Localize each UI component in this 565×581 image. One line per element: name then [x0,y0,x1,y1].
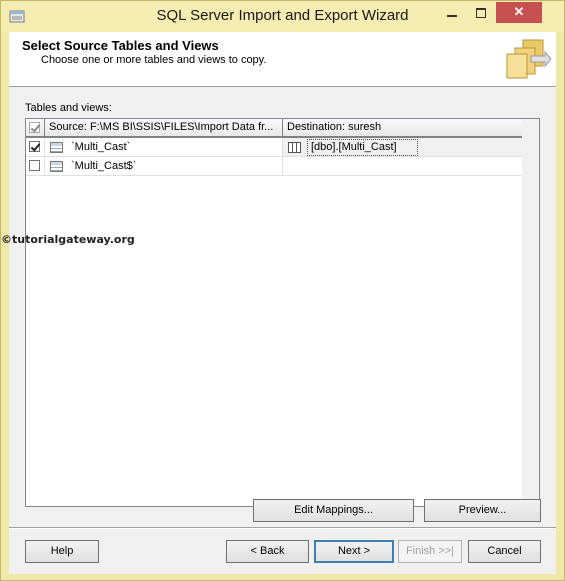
tables-views-label: Tables and views: [25,102,112,114]
table-row[interactable]: `Multi_Cast$` [26,157,523,176]
watermark: ©tutorialgateway.org [1,233,135,246]
source-cell[interactable]: `Multi_Cast$` [45,157,283,176]
table-row[interactable]: `Multi_Cast` [dbo].[Multi_Cast] [26,138,523,157]
destination-column-header[interactable]: Destination: suresh [283,119,523,137]
row-check-cell[interactable] [26,138,45,157]
row-checkbox[interactable] [29,141,40,152]
table-icon [50,141,63,153]
source-column-header[interactable]: Source: F:\MS BI\SSIS\FILES\Import Data … [45,119,283,137]
page-subtitle: Choose one or more tables and views to c… [41,54,267,66]
row-check-cell[interactable] [26,157,45,176]
maximize-button[interactable] [467,2,495,23]
wizard-body: Select Source Tables and Views Choose on… [9,32,556,574]
destination-table-icon [288,141,301,153]
destination-cell[interactable] [283,157,523,176]
row-checkbox[interactable] [29,160,40,171]
select-all-checkbox[interactable] [29,122,40,133]
page-title: Select Source Tables and Views [22,38,219,53]
title-bar[interactable]: SQL Server Import and Export Wizard ✕ [1,1,564,32]
source-cell[interactable]: `Multi_Cast` [45,138,283,157]
wizard-graphic-icon [506,39,551,79]
destination-cell[interactable]: [dbo].[Multi_Cast] [283,138,523,157]
destination-name[interactable]: [dbo].[Multi_Cast] [307,139,418,156]
minimize-button[interactable] [438,2,466,23]
grid-empty-area [26,176,523,506]
cancel-button[interactable]: Cancel [468,540,541,563]
source-name: `Multi_Cast$` [71,160,137,172]
select-all-header[interactable] [26,119,45,137]
wizard-window: SQL Server Import and Export Wizard ✕ Se… [0,0,565,581]
back-button[interactable]: < Back [226,540,309,563]
next-button[interactable]: Next > [314,540,394,563]
grid-header: Source: F:\MS BI\SSIS\FILES\Import Data … [26,119,523,138]
grid-scrollbar[interactable] [522,119,539,506]
close-icon: ✕ [513,4,525,19]
tables-grid[interactable]: Source: F:\MS BI\SSIS\FILES\Import Data … [25,118,540,507]
footer-separator [9,527,556,529]
help-button[interactable]: Help [25,540,99,563]
table-icon [50,160,63,172]
source-name: `Multi_Cast` [71,141,131,153]
finish-button: Finish >>| [398,540,462,563]
close-button[interactable]: ✕ [496,2,542,23]
edit-mappings-button[interactable]: Edit Mappings... [253,499,414,522]
page-header: Select Source Tables and Views Choose on… [9,32,556,87]
preview-button[interactable]: Preview... [424,499,541,522]
